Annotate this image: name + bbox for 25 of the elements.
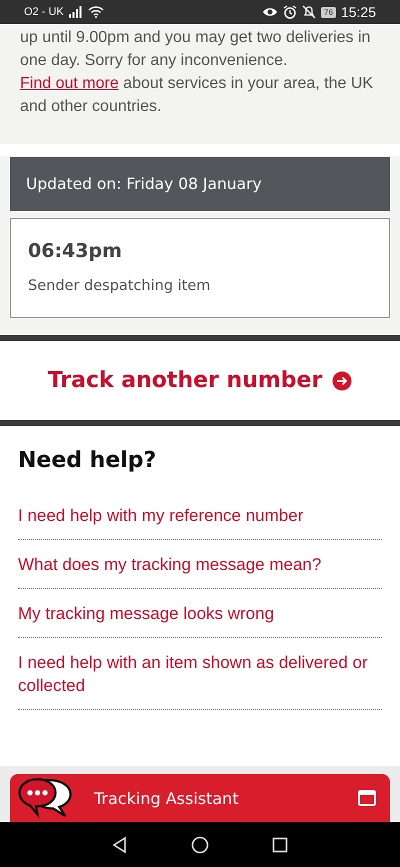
event-time: 06:43pm bbox=[28, 240, 123, 262]
wifi-icon bbox=[88, 6, 104, 18]
find-out-more-link[interactable]: Find out more bbox=[20, 75, 119, 92]
recents-icon bbox=[271, 836, 289, 854]
arrow-circle-icon bbox=[332, 370, 352, 390]
home-icon bbox=[191, 836, 209, 854]
back-icon bbox=[111, 836, 129, 854]
alarm-icon bbox=[283, 5, 298, 19]
help-link[interactable]: My tracking message looks wrong bbox=[18, 602, 382, 625]
help-link[interactable]: What does my tracking message mean? bbox=[18, 553, 382, 576]
track-another-link[interactable]: Track another number bbox=[48, 368, 352, 393]
signal-icon bbox=[68, 6, 83, 18]
help-link[interactable]: I need help with an item shown as delivered or collected bbox=[18, 651, 382, 697]
help-link[interactable]: I need help with my reference number bbox=[18, 504, 382, 527]
carrier-name: O2 - UK bbox=[24, 6, 64, 18]
status-time: 15:25 bbox=[340, 4, 376, 20]
notice-paragraph: up until 9.00pm and you may get two deliveries in one day. Sorry for any inconvenience. Find out more about services in your area, the UK and other countries. bbox=[20, 28, 374, 117]
battery-indicator: 76 bbox=[321, 6, 336, 18]
event-message: Sender despatching item bbox=[28, 278, 212, 294]
help-heading: Need help? bbox=[18, 448, 158, 473]
bell-off-icon bbox=[302, 5, 316, 19]
tracking-assistant-bar[interactable]: Tracking Assistant bbox=[10, 774, 390, 822]
window-icon bbox=[358, 790, 376, 806]
eye-icon bbox=[262, 6, 278, 18]
update-date-header: Updated on: Friday 08 January bbox=[10, 157, 390, 211]
